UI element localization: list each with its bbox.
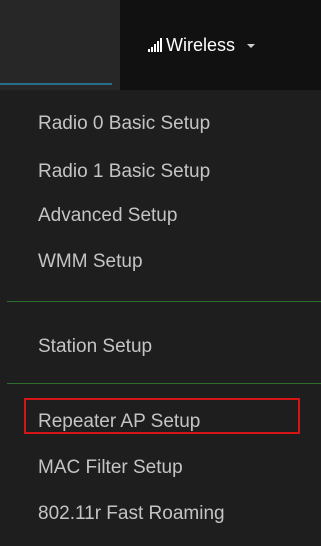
navbar-left-section bbox=[0, 0, 120, 90]
menu-item-repeater-ap-setup[interactable]: Repeater AP Setup bbox=[38, 410, 200, 434]
top-navbar: Wireless bbox=[0, 0, 321, 90]
menu-item-mac-filter-setup[interactable]: MAC Filter Setup bbox=[38, 456, 183, 480]
menu-item-radio-0-basic-setup[interactable]: Radio 0 Basic Setup bbox=[38, 112, 210, 136]
signal-bars-icon bbox=[148, 38, 162, 52]
menu-item-radio-1-basic-setup[interactable]: Radio 1 Basic Setup bbox=[38, 160, 210, 184]
menu-item-wmm-setup[interactable]: WMM Setup bbox=[38, 250, 143, 274]
menu-item-802-11r-fast-roaming[interactable]: 802.11r Fast Roaming bbox=[38, 502, 225, 526]
caret-down-icon bbox=[247, 44, 256, 48]
menu-item-advanced-setup[interactable]: Advanced Setup bbox=[38, 204, 177, 228]
wireless-label: Wireless bbox=[166, 34, 236, 55]
menu-divider bbox=[7, 301, 321, 302]
menu-item-station-setup[interactable]: Station Setup bbox=[38, 335, 152, 359]
active-tab-underline bbox=[0, 83, 112, 85]
wireless-dropdown-menu: Radio 0 Basic Setup Radio 1 Basic Setup … bbox=[0, 90, 321, 546]
wireless-menu-toggle[interactable]: Wireless bbox=[148, 30, 256, 60]
menu-divider bbox=[7, 383, 321, 384]
